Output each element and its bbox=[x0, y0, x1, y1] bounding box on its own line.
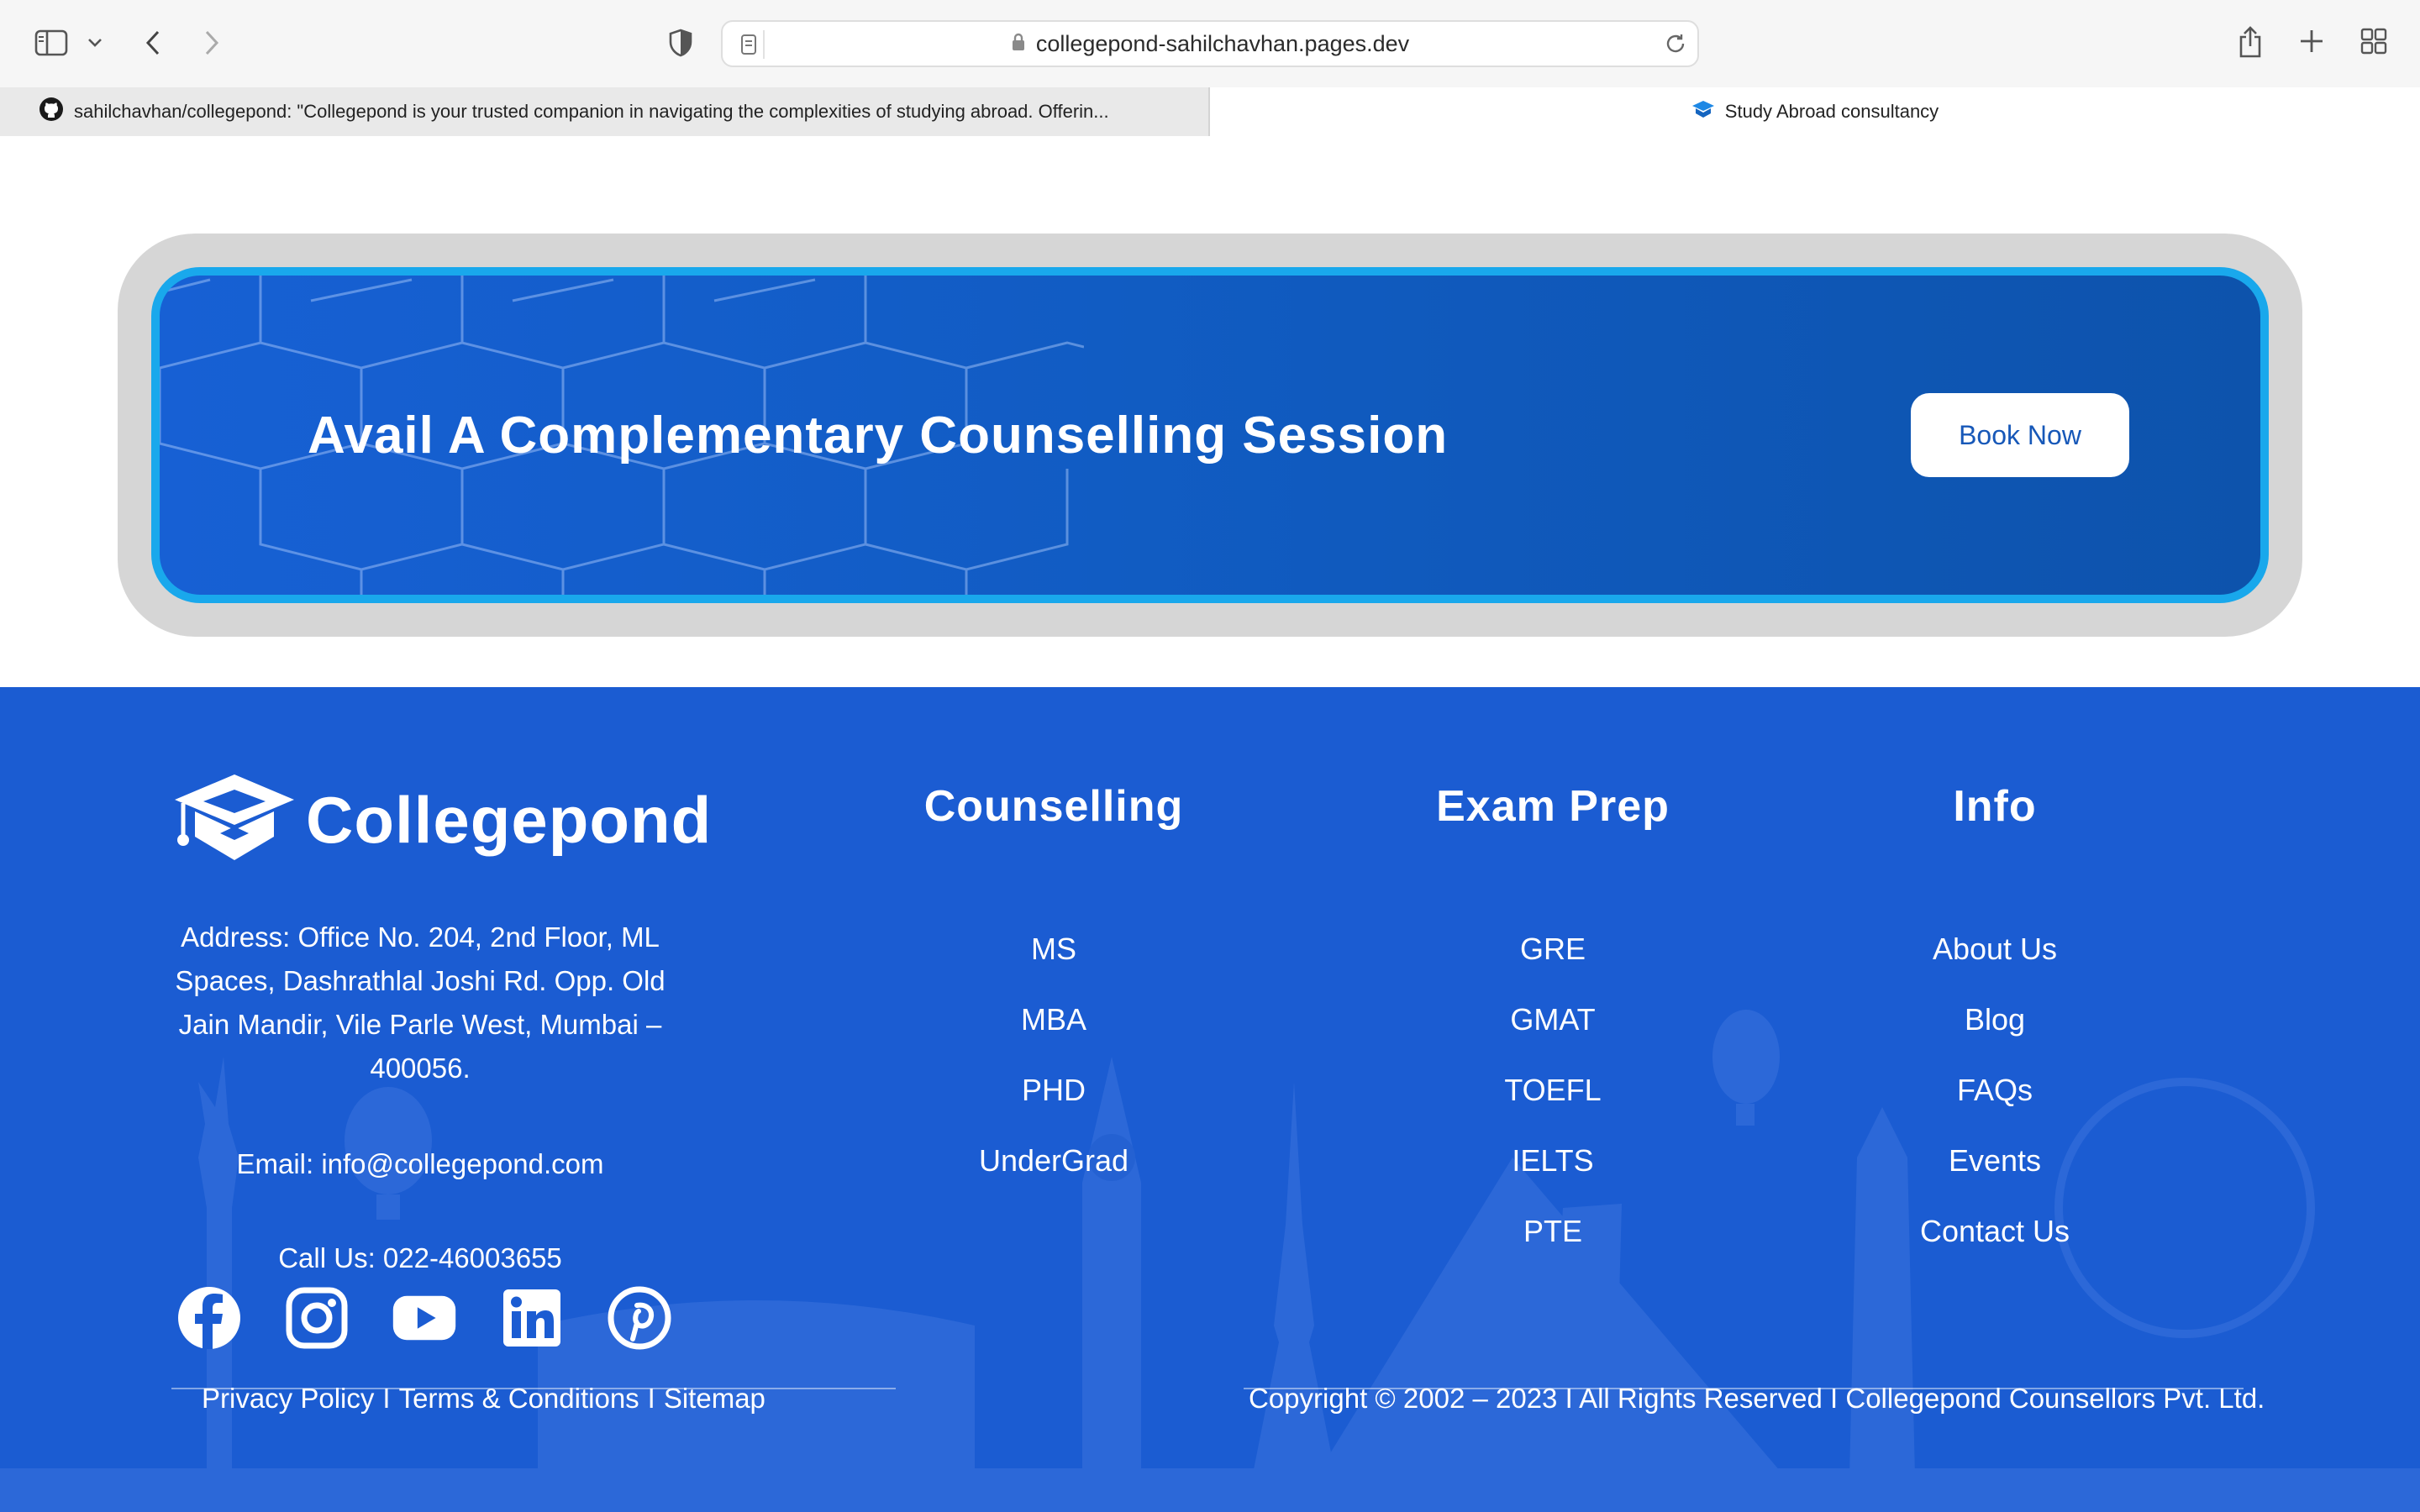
footer-link[interactable]: MS bbox=[844, 931, 1264, 1001]
column-title: Exam Prep bbox=[1436, 782, 1670, 831]
forward-icon[interactable] bbox=[200, 27, 224, 59]
tab-label: sahilchavhan/collegepond: "Collegepond i… bbox=[74, 101, 1109, 122]
terms-link[interactable]: Terms & Conditions bbox=[399, 1383, 639, 1415]
link-separator: I bbox=[382, 1383, 391, 1414]
social-links bbox=[176, 1285, 672, 1351]
column-title: Counselling bbox=[923, 782, 1184, 831]
cta-frame: Avail A Complementary Counselling Sessio… bbox=[118, 234, 2302, 637]
tab-study-abroad[interactable]: Study Abroad consultancy bbox=[1210, 87, 2420, 136]
column-title: Info bbox=[1953, 782, 2037, 831]
privacy-policy-link[interactable]: Privacy Policy bbox=[202, 1383, 374, 1415]
pinterest-icon[interactable] bbox=[607, 1285, 672, 1351]
footer-link[interactable]: IELTS bbox=[1343, 1142, 1763, 1213]
footer-phone[interactable]: Call Us: 022-46003655 bbox=[168, 1236, 672, 1280]
tab-github[interactable]: sahilchavhan/collegepond: "Collegepond i… bbox=[0, 87, 1210, 136]
tab-bar: sahilchavhan/collegepond: "Collegepond i… bbox=[0, 87, 2420, 136]
footer-logo[interactable]: Collegepond bbox=[171, 771, 712, 869]
footer-link[interactable]: PTE bbox=[1343, 1213, 1763, 1284]
share-icon[interactable] bbox=[2235, 24, 2265, 60]
tab-label: Study Abroad consultancy bbox=[1724, 101, 1939, 122]
footer-link[interactable]: UnderGrad bbox=[844, 1142, 1264, 1213]
copyright-text: Copyright © 2002 – 2023 I All Rights Res… bbox=[1249, 1383, 2265, 1414]
footer-address: Address: Office No. 204, 2nd Floor, ML S… bbox=[175, 921, 666, 1084]
privacy-shield-icon[interactable] bbox=[666, 27, 696, 59]
footer-column-counselling: Counselling MS MBA PHD UnderGrad bbox=[844, 781, 1264, 1213]
github-icon bbox=[39, 97, 64, 127]
footer-column-exam-prep: Exam Prep GRE GMAT TOEFL IELTS PTE bbox=[1343, 781, 1763, 1284]
footer-link[interactable]: GRE bbox=[1343, 931, 1763, 1001]
address-bar[interactable]: collegepond-sahilchavhan.pages.dev bbox=[721, 20, 1699, 67]
footer-link[interactable]: About Us bbox=[1785, 931, 2205, 1001]
url-text: collegepond-sahilchavhan.pages.dev bbox=[1035, 30, 1410, 56]
tab-overview-icon[interactable] bbox=[2360, 27, 2388, 55]
footer-link[interactable]: Blog bbox=[1785, 1001, 2205, 1072]
collegepond-favicon-icon bbox=[1691, 99, 1715, 124]
chevron-down-icon[interactable] bbox=[86, 34, 104, 52]
footer-link[interactable]: FAQs bbox=[1785, 1072, 2205, 1142]
footer-link[interactable]: TOEFL bbox=[1343, 1072, 1763, 1142]
footer-link[interactable]: Contact Us bbox=[1785, 1213, 2205, 1284]
sitemap-link[interactable]: Sitemap bbox=[664, 1383, 765, 1415]
footer-link[interactable]: GMAT bbox=[1343, 1001, 1763, 1072]
footer: Collegepond Address: Office No. 204, 2nd… bbox=[0, 687, 2420, 1512]
book-now-button[interactable]: Book Now bbox=[1911, 393, 2129, 477]
linkedin-icon[interactable] bbox=[499, 1285, 565, 1351]
cta-title: Avail A Complementary Counselling Sessio… bbox=[308, 406, 1449, 465]
sidebar-toggle-icon[interactable] bbox=[34, 29, 69, 57]
reload-icon[interactable] bbox=[1664, 32, 1687, 60]
footer-link[interactable]: Events bbox=[1785, 1142, 2205, 1213]
footer-column-info: Info About Us Blog FAQs Events Contact U… bbox=[1785, 781, 2205, 1284]
footer-link[interactable]: PHD bbox=[844, 1072, 1264, 1142]
brand-name: Collegepond bbox=[306, 783, 713, 857]
footer-email[interactable]: Email: info@collegepond.com bbox=[168, 1142, 672, 1186]
url-display[interactable]: collegepond-sahilchavhan.pages.dev bbox=[723, 22, 1697, 66]
legal-links: Privacy Policy I Terms & Conditions I Si… bbox=[202, 1383, 765, 1415]
instagram-icon[interactable] bbox=[284, 1285, 350, 1351]
link-separator: I bbox=[647, 1383, 655, 1414]
footer-link[interactable]: MBA bbox=[844, 1001, 1264, 1072]
browser-toolbar: collegepond-sahilchavhan.pages.dev bbox=[0, 0, 2420, 87]
facebook-icon[interactable] bbox=[176, 1285, 242, 1351]
new-tab-icon[interactable] bbox=[2297, 27, 2326, 55]
back-icon[interactable] bbox=[141, 27, 165, 59]
lock-icon bbox=[1011, 31, 1026, 57]
youtube-icon[interactable] bbox=[392, 1285, 457, 1351]
cta-banner: Avail A Complementary Counselling Sessio… bbox=[151, 267, 2269, 603]
graduation-cap-icon bbox=[171, 771, 297, 869]
